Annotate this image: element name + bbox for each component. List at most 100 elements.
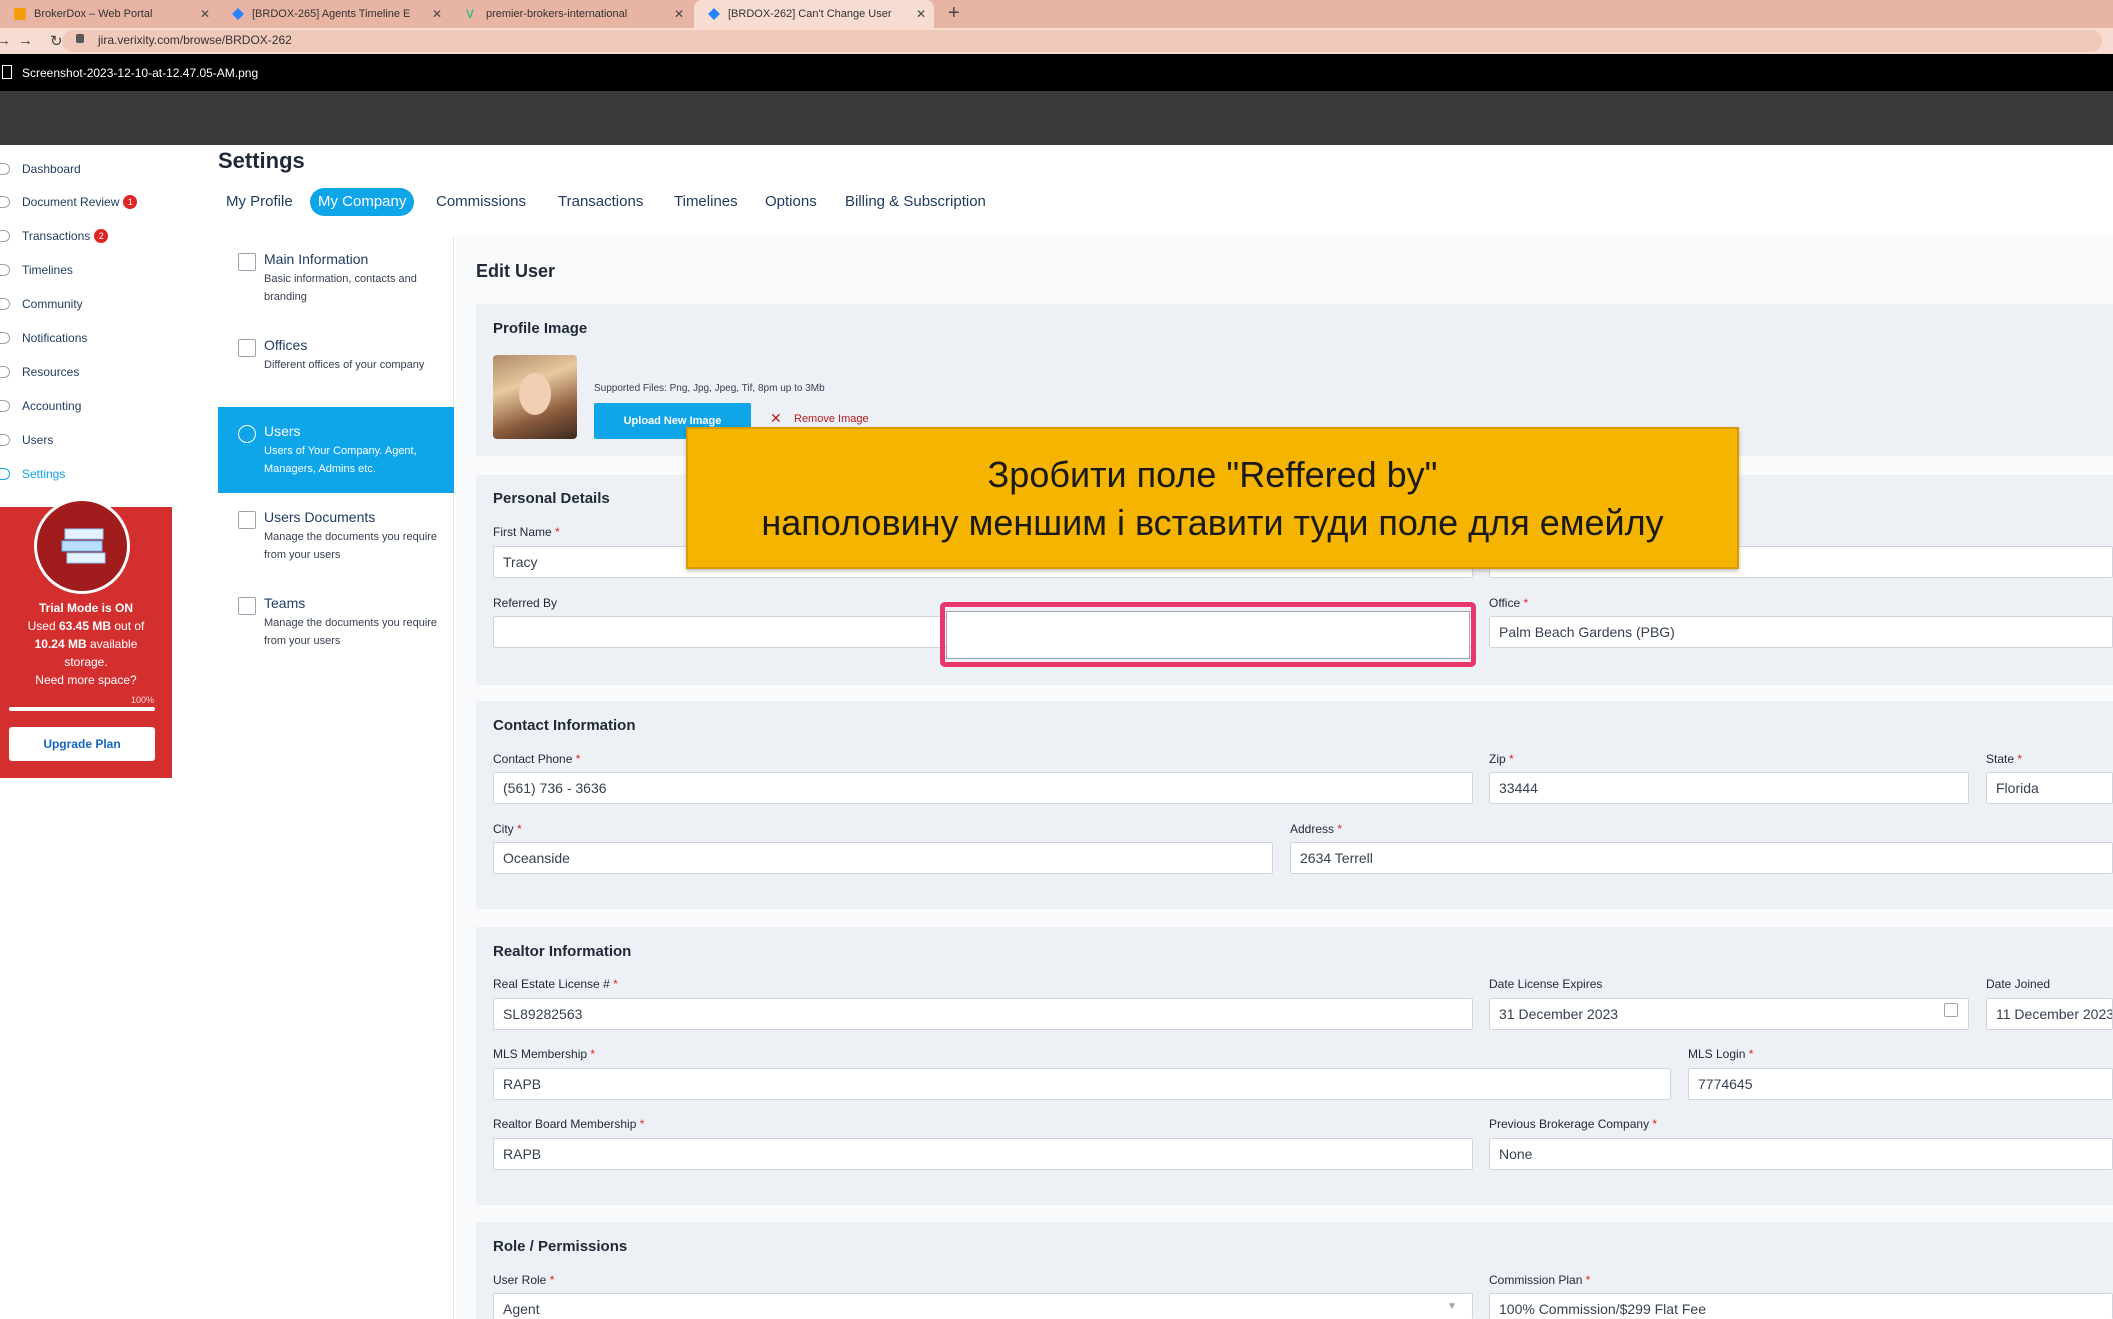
date-joined-field[interactable]: 11 December 2023: [1986, 998, 2113, 1030]
role-permissions-title: Role / Permissions: [493, 1238, 628, 1255]
license-label: Real Estate License # *: [493, 977, 618, 991]
browser-tab-brdox-265[interactable]: [BRDOX-265] Agents Timeline E ✕: [218, 0, 450, 28]
jira-favicon-icon: [708, 8, 720, 20]
mls-login-label: MLS Login *: [1688, 1047, 1754, 1061]
team-icon: [238, 597, 256, 615]
user-role-label: User Role *: [493, 1273, 555, 1287]
image-viewer-header: Screenshot-2023-12-10-at-12.47.05-AM.png: [0, 54, 2113, 91]
first-name-label: First Name *: [493, 525, 560, 539]
app-header-dimmed: [0, 91, 2113, 145]
document-icon: [0, 196, 10, 208]
sidebar-item-accounting[interactable]: Accounting: [0, 396, 81, 416]
notification-badge: 1: [123, 195, 138, 209]
bell-icon: [0, 332, 10, 344]
office-label: Office *: [1489, 596, 1529, 610]
contact-phone-label: Contact Phone *: [493, 752, 581, 766]
sidebar-item-document-review[interactable]: Document Review 1: [0, 192, 138, 212]
previous-brokerage-label: Previous Brokerage Company *: [1489, 1117, 1658, 1131]
accounting-icon: [0, 400, 10, 412]
sidebar-item-transactions[interactable]: Transactions 2: [0, 226, 109, 246]
upgrade-plan-button[interactable]: Upgrade Plan: [9, 727, 155, 761]
board-membership-field[interactable]: RAPB: [493, 1138, 1473, 1170]
annotation-line-2: наполовину меншим і вставити туди поле д…: [761, 502, 1664, 543]
vue-favicon-icon: V: [466, 7, 475, 21]
sidebar-item-notifications[interactable]: Notifications: [0, 328, 87, 348]
back-icon[interactable]: →: [0, 32, 11, 49]
mls-membership-field[interactable]: RAPB: [493, 1068, 1671, 1100]
storage-progress-bar: [9, 707, 155, 711]
trial-title: Trial Mode is ON: [38, 601, 134, 615]
tab-transactions[interactable]: Transactions: [550, 188, 651, 216]
tab-my-profile[interactable]: My Profile: [218, 188, 301, 216]
license-expires-field[interactable]: 31 December 2023: [1489, 998, 1969, 1030]
url-text[interactable]: jira.verixity.com/browse/BRDOX-262: [98, 33, 292, 47]
office-select[interactable]: Palm Beach Gardens (PBG): [1489, 616, 2113, 648]
community-icon: [0, 298, 10, 310]
tab-my-company[interactable]: My Company: [310, 188, 415, 216]
zip-label: Zip *: [1489, 752, 1514, 766]
sidebar-item-users[interactable]: Users: [0, 430, 53, 450]
browser-tab-premier[interactable]: V premier-brokers-international ✕: [452, 0, 692, 28]
building-icon: [238, 253, 256, 271]
sidebar-item-settings[interactable]: Settings: [0, 464, 65, 484]
address-label: Address *: [1290, 822, 1343, 836]
supported-files-text: Supported Files: Png, Jpg, Jpeg, Tif, 8p…: [594, 383, 825, 394]
remove-icon[interactable]: ✕: [770, 410, 782, 427]
nav-users[interactable]: Users Users of Your Company. Agent, Mana…: [218, 407, 454, 493]
browser-tab-brokerdox[interactable]: BrokerDox – Web Portal ✕: [0, 0, 218, 28]
tab-timelines[interactable]: Timelines: [666, 188, 746, 216]
sidebar-item-community[interactable]: Community: [0, 294, 83, 314]
close-tab-icon[interactable]: ✕: [674, 7, 684, 21]
timeline-icon: [0, 264, 10, 276]
lock-icon: [76, 34, 84, 43]
state-label: State *: [1986, 752, 2023, 766]
nav-offices[interactable]: Offices Different offices of your compan…: [218, 321, 454, 407]
close-tab-icon[interactable]: ✕: [200, 7, 210, 21]
nav-teams[interactable]: Teams Manage the documents you require f…: [218, 579, 454, 665]
commission-plan-select[interactable]: 100% Commission/$299 Flat Fee: [1489, 1293, 2113, 1319]
contact-phone-field[interactable]: (561) 736 - 3636: [493, 772, 1473, 804]
browser-tab-brdox-262[interactable]: [BRDOX-262] Can't Change User ✕: [694, 0, 934, 28]
user-role-select[interactable]: Agent: [493, 1293, 1473, 1319]
notification-badge: 2: [94, 229, 109, 243]
forward-icon[interactable]: →: [18, 32, 33, 49]
trial-used-line: Used 63.45 MB out of: [27, 619, 145, 633]
close-tab-icon[interactable]: ✕: [916, 7, 926, 21]
sidebar-item-timelines[interactable]: Timelines: [0, 260, 73, 280]
chevron-down-icon[interactable]: ▼: [1447, 1301, 1457, 1312]
realtor-information-title: Realtor Information: [493, 943, 632, 960]
jira-favicon-icon: [232, 8, 244, 20]
calendar-icon[interactable]: [1944, 1003, 1958, 1017]
date-joined-label: Date Joined: [1986, 977, 2051, 991]
storage-illustration-icon: [34, 498, 130, 594]
nav-users-documents[interactable]: Users Documents Manage the documents you…: [218, 493, 454, 579]
remove-image-button[interactable]: Remove Image: [794, 413, 869, 425]
zip-field[interactable]: 33444: [1489, 772, 1969, 804]
nav-main-information[interactable]: Main Information Basic information, cont…: [218, 235, 454, 321]
user-icon: [0, 434, 10, 446]
storage-progress-fill: [9, 707, 155, 711]
sidebar-item-dashboard[interactable]: Dashboard: [0, 159, 81, 179]
annotation-highlight-box: [940, 602, 1476, 667]
previous-brokerage-field[interactable]: None: [1489, 1138, 2113, 1170]
state-field[interactable]: Florida: [1986, 772, 2113, 804]
mls-login-field[interactable]: 7774645: [1688, 1068, 2113, 1100]
file-icon: [2, 65, 12, 79]
tab-commissions[interactable]: Commissions: [428, 188, 534, 216]
edit-user-title: Edit User: [476, 261, 556, 281]
tab-billing[interactable]: Billing & Subscription: [837, 188, 994, 216]
city-field[interactable]: Oceanside: [493, 842, 1273, 874]
reload-icon[interactable]: ↻: [50, 32, 63, 50]
page-title: Settings: [218, 148, 305, 173]
user-document-icon: [238, 511, 256, 529]
close-tab-icon[interactable]: ✕: [432, 7, 442, 21]
address-field[interactable]: 2634 Terrell: [1290, 842, 2113, 874]
tab-options[interactable]: Options: [757, 188, 825, 216]
url-field[interactable]: [62, 30, 2102, 52]
new-tab-button[interactable]: +: [948, 2, 960, 25]
license-field[interactable]: SL89282563: [493, 998, 1473, 1030]
dashboard-icon: [0, 163, 10, 175]
sidebar-item-resources[interactable]: Resources: [0, 362, 79, 382]
trial-storage-card: Trial Mode is ON Used 63.45 MB out of 10…: [0, 498, 172, 778]
annotation-line-1: Зробити поле "Reffered by": [987, 454, 1438, 495]
